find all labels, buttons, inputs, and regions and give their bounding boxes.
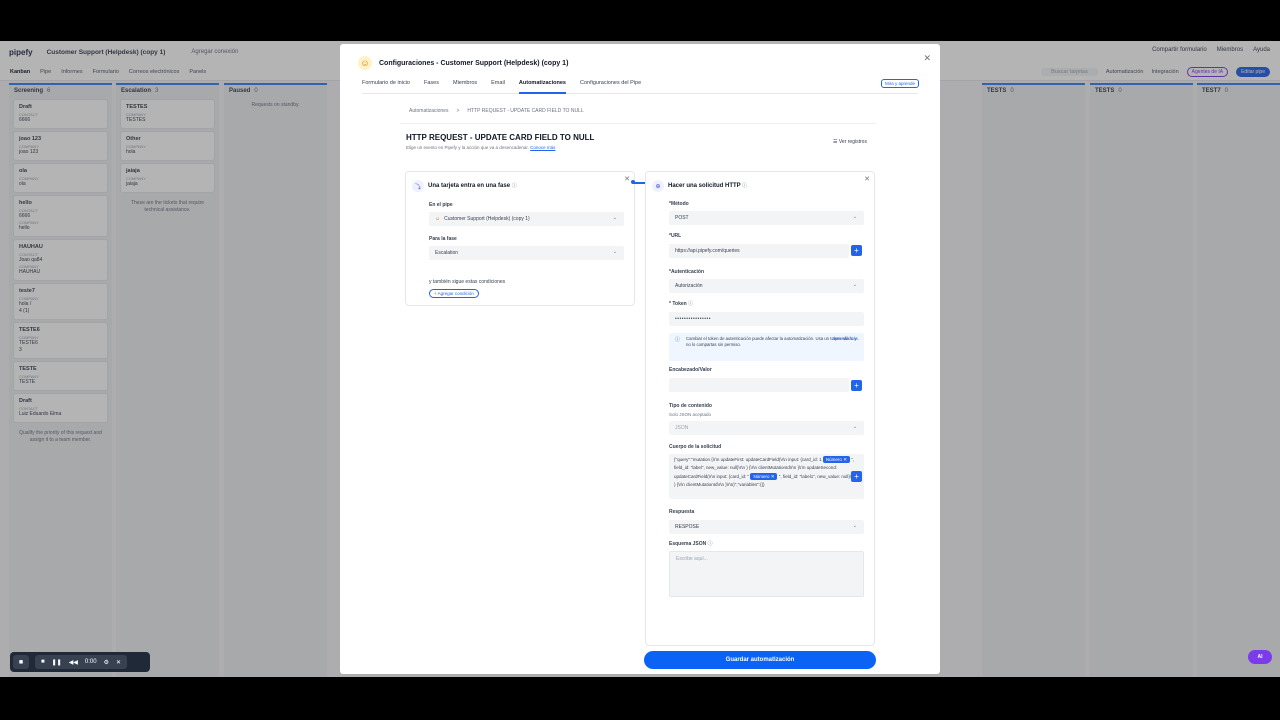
stop-icon[interactable]: ■: [41, 659, 45, 665]
screen-recorder: ■ ■ ❚❚ ◀◀ 0:00 ⚙ ✕: [10, 652, 150, 672]
breadcrumb-automations[interactable]: Automatizaciones: [409, 108, 448, 114]
json-schema-label: Esquema JSON ⓘ: [669, 541, 713, 547]
numero-tag[interactable]: Número ✕: [822, 456, 850, 463]
globe-icon: ⊕: [652, 180, 664, 192]
recorder-controls: ■ ❚❚ ◀◀ 0:00 ⚙ ✕: [35, 655, 128, 669]
pause-icon[interactable]: ❚❚: [52, 659, 62, 666]
action-panel: ⊕ Hacer una solicitud HTTP ⓘ ✕ *Método P…: [645, 171, 875, 646]
settings-icon[interactable]: ⚙: [104, 659, 109, 666]
chevron-down-icon: ⌄: [852, 523, 857, 529]
close-icon[interactable]: ✕: [116, 659, 121, 666]
settings-tabs: Formulario de inicio Fases Miembros Emai…: [362, 74, 918, 94]
automation-subtitle: Elige un evento en Pipefy y la acción qu…: [406, 145, 556, 150]
pipe-icon: ☺: [435, 216, 441, 222]
add-url-field-button[interactable]: +: [851, 245, 862, 256]
recorder-time: 0:00: [84, 659, 97, 665]
watch-and-learn-button[interactable]: Mira y aprende: [880, 79, 919, 88]
token-input[interactable]: ••••••••••••••••: [669, 312, 864, 326]
url-input[interactable]: https://api.pipefy.com/queries: [669, 244, 849, 258]
modal-header: ☺ Configuraciones - Customer Support (He…: [358, 56, 568, 70]
help-icon: ⓘ: [707, 541, 713, 547]
content-type-label: Tipo de contenido: [669, 403, 712, 409]
automation-title: HTTP REQUEST - UPDATE CARD FIELD TO NULL: [406, 133, 595, 142]
content-type-note: Solo JSON aceptado: [669, 412, 712, 417]
camera-icon[interactable]: ■: [13, 655, 29, 669]
close-icon[interactable]: ✕: [624, 175, 630, 183]
tab-start-form[interactable]: Formulario de inicio: [362, 74, 410, 94]
phase-select[interactable]: Escalation ⌄: [429, 246, 624, 260]
tab-automations[interactable]: Automatizaciones: [518, 74, 566, 94]
numero-tag[interactable]: Número ✕: [750, 472, 778, 480]
chevron-down-icon: ⌄: [852, 214, 857, 220]
request-body-input[interactable]: {"query":"mutation {\r\n updateFirst: up…: [669, 454, 864, 499]
chevron-down-icon: ⌄: [852, 424, 857, 430]
action-title: Hacer una solicitud HTTP ⓘ: [668, 183, 748, 189]
rewind-icon[interactable]: ◀◀: [69, 659, 78, 666]
learn-more-link[interactable]: Conoce más: [530, 145, 555, 150]
chevron-down-icon: ⌄: [612, 215, 617, 221]
tab-phases[interactable]: Fases: [424, 74, 439, 94]
event-panel: ⤵ Una tarjeta entra en una fase ⓘ ✕ En e…: [405, 171, 635, 306]
add-condition-button[interactable]: + Agregar condición: [429, 289, 479, 298]
chevron-down-icon: ⌄: [612, 249, 617, 255]
url-label: *URL: [669, 233, 682, 239]
event-title: Una tarjeta entra en una fase ⓘ: [428, 183, 517, 189]
add-field-to-body-button[interactable]: +: [851, 471, 862, 482]
save-automation-button[interactable]: Guardar automatización: [644, 651, 876, 669]
settings-modal: ☺ Configuraciones - Customer Support (He…: [340, 44, 940, 674]
json-schema-input[interactable]: Escribe aquí...: [669, 551, 864, 597]
help-icon: ⓘ: [742, 183, 748, 189]
phase-label: Para la fase: [429, 236, 457, 242]
breadcrumb: Automatizaciones > HTTP REQUEST - UPDATE…: [409, 108, 584, 114]
close-icon[interactable]: ✕: [864, 175, 870, 183]
info-icon: ⓘ: [675, 337, 681, 343]
pipe-icon: ☺: [358, 56, 372, 70]
auth-select[interactable]: Autorización ⌄: [669, 279, 864, 293]
divider: [400, 123, 876, 124]
conditions-label: y también sigue estas condiciones: [429, 279, 506, 285]
pipe-select[interactable]: ☺ Customer Support (Helpdesk) (copy 1) ⌄: [429, 212, 624, 226]
app-screen: pipefy Customer Support (Helpdesk) (copy…: [0, 41, 1280, 677]
help-icon: ⓘ: [511, 183, 517, 189]
breadcrumb-current: HTTP REQUEST - UPDATE CARD FIELD TO NULL: [467, 108, 584, 114]
view-logs-link[interactable]: ☰ Ver registros: [833, 139, 867, 145]
tab-email[interactable]: Email: [491, 74, 505, 94]
close-icon[interactable]: ✕: [923, 53, 931, 64]
body-label: Cuerpo de la solicitud: [669, 444, 722, 450]
tab-pipe-settings[interactable]: Configuraciones del Pipe: [580, 74, 641, 94]
header-input[interactable]: [669, 378, 849, 392]
chevron-right-icon: >: [456, 108, 460, 114]
method-label: *Método: [669, 201, 689, 207]
chevron-down-icon: ⌄: [852, 282, 857, 288]
tab-members[interactable]: Miembros: [453, 74, 477, 94]
header-label: Encabezado/Valor: [669, 367, 712, 373]
content-type-select: JSON ⌄: [669, 421, 864, 435]
method-select[interactable]: POST ⌄: [669, 211, 864, 225]
response-label: Respuesta: [669, 509, 695, 515]
event-icon: ⤵: [412, 180, 424, 192]
help-icon: ⓘ: [688, 301, 694, 307]
modal-title: Configuraciones - Customer Support (Help…: [379, 59, 569, 67]
token-label: * Token ⓘ: [669, 301, 694, 307]
auth-label: *Autenticación: [669, 269, 705, 275]
pipe-label: En el pipe: [429, 202, 453, 208]
token-warning: ⓘ Cambiar el token de autenticación pued…: [669, 333, 864, 361]
add-header-button[interactable]: +: [851, 380, 862, 391]
learn-more-link[interactable]: Aprende más.: [832, 336, 859, 342]
response-select[interactable]: RESPOSE ⌄: [669, 520, 864, 534]
ai-assistant-button[interactable]: AI: [1248, 650, 1272, 664]
